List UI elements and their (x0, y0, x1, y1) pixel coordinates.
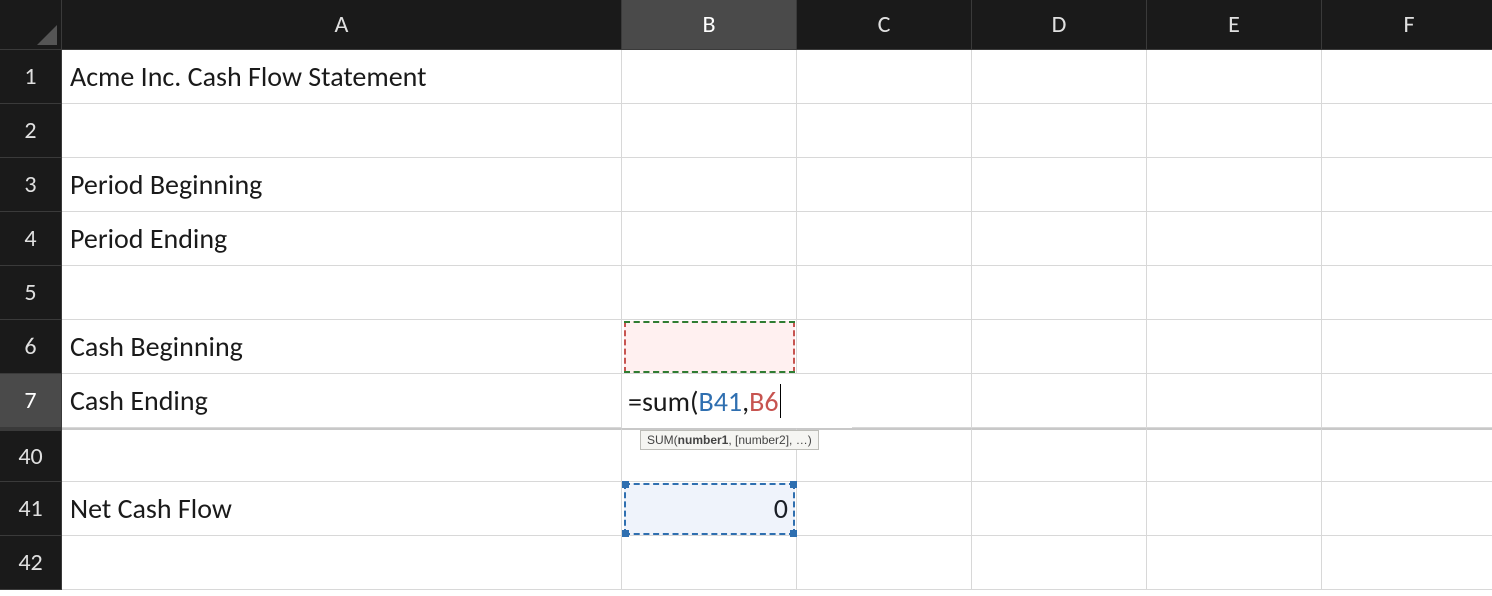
row-header-41[interactable]: 41 (0, 482, 62, 536)
row-header-6[interactable]: 6 (0, 320, 62, 374)
column-header-f[interactable]: F (1322, 0, 1492, 50)
cell-value: Acme Inc. Cash Flow Statement (70, 59, 427, 94)
cell-b1[interactable] (622, 50, 797, 104)
formula-tooltip[interactable]: SUM(number1, [number2], …) (640, 430, 819, 450)
cell-f6[interactable] (1322, 320, 1492, 374)
cell-e6[interactable] (1147, 320, 1322, 374)
tooltip-fn: SUM (647, 433, 674, 447)
text-cursor (780, 384, 781, 418)
cell-d2[interactable] (972, 104, 1147, 158)
select-all-corner[interactable] (0, 0, 62, 50)
cell-d1[interactable] (972, 50, 1147, 104)
cell-c6[interactable] (797, 320, 972, 374)
cell-d6[interactable] (972, 320, 1147, 374)
cell-value: 0 (774, 491, 788, 526)
row-header-42[interactable]: 42 (0, 536, 62, 590)
cell-e7[interactable] (1147, 374, 1322, 428)
row-header-3[interactable]: 3 (0, 158, 62, 212)
cell-e42[interactable] (1147, 536, 1322, 590)
cell-d41[interactable] (972, 482, 1147, 536)
formula-sep: , (742, 384, 749, 419)
cell-value: Net Cash Flow (70, 491, 232, 526)
cell-a1[interactable]: Acme Inc. Cash Flow Statement (62, 50, 622, 104)
cell-c4[interactable] (797, 212, 972, 266)
row-header-5[interactable]: 5 (0, 266, 62, 320)
cell-value: Period Beginning (70, 167, 262, 202)
cell-e2[interactable] (1147, 104, 1322, 158)
cell-e1[interactable] (1147, 50, 1322, 104)
cell-c3[interactable] (797, 158, 972, 212)
cell-b4[interactable] (622, 212, 797, 266)
column-header-c[interactable]: C (797, 0, 972, 50)
cell-d40[interactable] (972, 428, 1147, 482)
formula-ref2: B6 (749, 384, 778, 419)
cell-d5[interactable] (972, 266, 1147, 320)
column-header-b[interactable]: B (622, 0, 797, 50)
cell-a41[interactable]: Net Cash Flow (62, 482, 622, 536)
cell-c42[interactable] (797, 536, 972, 590)
cell-f41[interactable] (1322, 482, 1492, 536)
cell-c5[interactable] (797, 266, 972, 320)
cell-f1[interactable] (1322, 50, 1492, 104)
column-header-e[interactable]: E (1147, 0, 1322, 50)
cell-b2[interactable] (622, 104, 797, 158)
cell-a40[interactable] (62, 428, 622, 482)
cell-f42[interactable] (1322, 536, 1492, 590)
cell-c1[interactable] (797, 50, 972, 104)
cell-a42[interactable] (62, 536, 622, 590)
cell-e5[interactable] (1147, 266, 1322, 320)
cell-value: Cash Ending (70, 383, 208, 418)
cell-f40[interactable] (1322, 428, 1492, 482)
column-headers: ABCDEF (62, 0, 1492, 50)
cell-b5[interactable] (622, 266, 797, 320)
spreadsheet: ABCDEF 1234567404142 Acme Inc. Cash Flow… (0, 0, 1492, 596)
cell-b42[interactable] (622, 536, 797, 590)
row-headers: 1234567404142 (0, 50, 62, 590)
cell-grid[interactable]: Acme Inc. Cash Flow Statement Period Begi… (62, 50, 1492, 590)
row-header-40[interactable]: 40 (0, 428, 62, 482)
cell-d3[interactable] (972, 158, 1147, 212)
cell-d4[interactable] (972, 212, 1147, 266)
cell-d7[interactable] (972, 374, 1147, 428)
row-header-1[interactable]: 1 (0, 50, 62, 104)
cell-a6[interactable]: Cash Beginning (62, 320, 622, 374)
tooltip-rest: , [number2], …) (728, 433, 811, 447)
row-header-4[interactable]: 4 (0, 212, 62, 266)
row-header-2[interactable]: 2 (0, 104, 62, 158)
formula-ref1: B41 (698, 384, 742, 419)
cell-a2[interactable] (62, 104, 622, 158)
row-header-7[interactable]: 7 (0, 374, 62, 428)
cell-c2[interactable] (797, 104, 972, 158)
cell-a5[interactable] (62, 266, 622, 320)
cell-value: Period Ending (70, 221, 227, 256)
cell-d42[interactable] (972, 536, 1147, 590)
cell-c40[interactable] (797, 428, 972, 482)
formula-edit-cell[interactable]: =sum(B41,B6 (622, 374, 852, 428)
cell-f3[interactable] (1322, 158, 1492, 212)
cell-b6[interactable] (622, 320, 797, 374)
cell-f2[interactable] (1322, 104, 1492, 158)
cell-f4[interactable] (1322, 212, 1492, 266)
formula-text-prefix: =sum( (628, 384, 698, 419)
cell-f7[interactable] (1322, 374, 1492, 428)
column-header-d[interactable]: D (972, 0, 1147, 50)
cell-value: Cash Beginning (70, 329, 243, 364)
cell-b3[interactable] (622, 158, 797, 212)
cell-b41[interactable]: 0 (622, 482, 797, 536)
cell-a3[interactable]: Period Beginning (62, 158, 622, 212)
cell-e41[interactable] (1147, 482, 1322, 536)
cell-a7[interactable]: Cash Ending (62, 374, 622, 428)
column-header-a[interactable]: A (62, 0, 622, 50)
cell-c41[interactable] (797, 482, 972, 536)
tooltip-arg-bold: number1 (678, 433, 729, 447)
cell-a4[interactable]: Period Ending (62, 212, 622, 266)
select-all-triangle-icon (37, 25, 57, 45)
cell-e4[interactable] (1147, 212, 1322, 266)
cell-e3[interactable] (1147, 158, 1322, 212)
cell-e40[interactable] (1147, 428, 1322, 482)
cell-f5[interactable] (1322, 266, 1492, 320)
